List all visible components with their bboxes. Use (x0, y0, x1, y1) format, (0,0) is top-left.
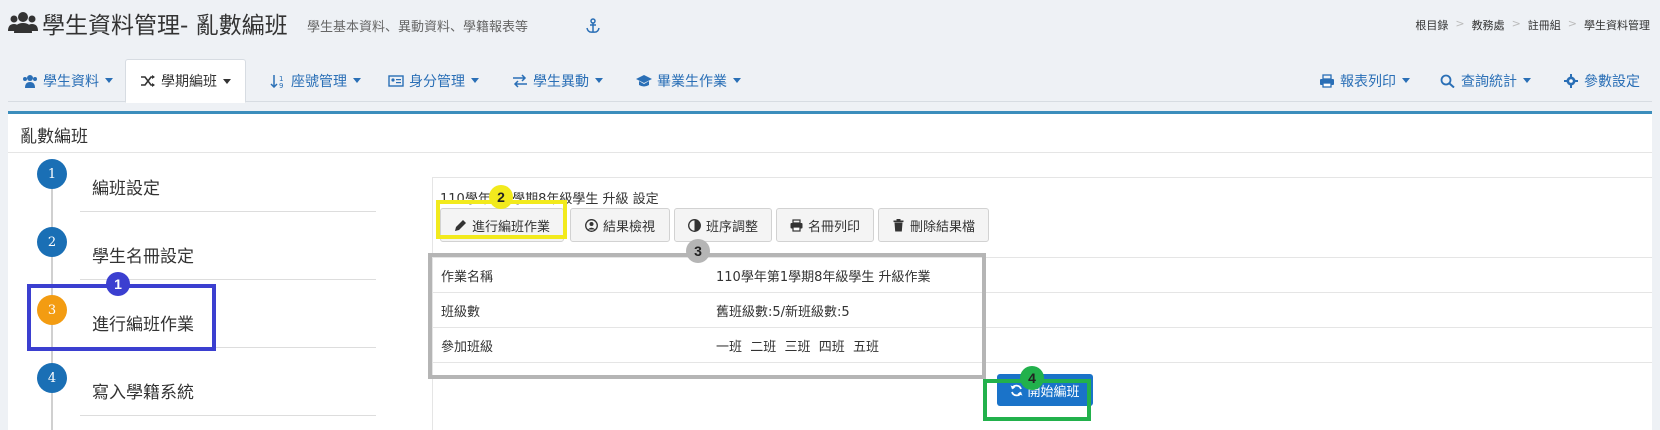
tab-class-assignment[interactable]: 學期編班 (125, 59, 246, 103)
nav-student-data[interactable]: 學生資料 (22, 59, 113, 102)
delete-results-button[interactable]: 刪除結果檔 (878, 208, 989, 242)
breadcrumb-academic-office[interactable]: 教務處 (1468, 17, 1509, 33)
highlight-box-3 (428, 253, 986, 379)
graduation-cap-icon (636, 74, 652, 86)
annotation-badge-3: 3 (686, 239, 710, 263)
annotation-badge-1: 1 (106, 272, 130, 296)
sort-numeric-icon: 19 (270, 74, 283, 88)
print-roster-button[interactable]: 名冊列印 (776, 208, 874, 242)
step-divider (80, 211, 376, 212)
annotation-badge-4: 4 (1020, 366, 1044, 390)
nav-report-print[interactable]: 報表列印 (1319, 59, 1410, 102)
page-header: 學生資料管理- 亂數編班 學生基本資料、異動資料、學籍報表等 根目錄 > 教務處 >… (0, 0, 1660, 50)
breadcrumb-registration[interactable]: 註冊組 (1524, 17, 1565, 33)
nav-identity[interactable]: 身分管理 (388, 59, 479, 102)
adjust-icon (688, 218, 701, 232)
svg-text:9: 9 (279, 82, 283, 88)
search-icon (1440, 74, 1455, 88)
exchange-icon (513, 73, 527, 88)
annotation-badge-2: 2 (489, 185, 513, 209)
step-4-label[interactable]: 寫入學籍系統 (92, 378, 194, 403)
nav-query-statistics[interactable]: 查詢統計 (1440, 59, 1531, 102)
adjust-class-order-button[interactable]: 班序調整 (674, 208, 772, 242)
view-results-button[interactable]: 結果檢視 (570, 208, 670, 242)
user-circle-icon (585, 218, 598, 232)
breadcrumb: 根目錄 > 教務處 > 註冊組 > 學生資料管理 (1411, 17, 1654, 33)
shuffle-icon (141, 75, 155, 87)
print-icon (1320, 73, 1334, 88)
trash-icon (893, 218, 904, 231)
print-icon (790, 218, 803, 232)
divider (8, 152, 1652, 153)
users-icon (23, 74, 37, 88)
nav-settings[interactable]: 參數設定 (1563, 59, 1640, 102)
step-divider (80, 415, 376, 416)
panel-title: 亂數編班 (20, 127, 88, 147)
page-title: 學生資料管理- 亂數編班 (42, 13, 288, 39)
gear-icon (1564, 73, 1578, 88)
step-4-circle: 4 (37, 363, 67, 393)
nav-graduates[interactable]: 畢業生作業 (636, 59, 741, 102)
breadcrumb-root[interactable]: 根目錄 (1411, 17, 1452, 33)
step-1-label[interactable]: 編班設定 (92, 174, 160, 199)
main-nav: 學生資料 學期編班 19 座號管理 身分管理 學生異動 畢業生作業 報表列印 查… (8, 59, 1652, 103)
step-1-circle: 1 (37, 159, 67, 189)
anchor-icon[interactable] (586, 18, 600, 34)
nav-seat-number[interactable]: 19 座號管理 (270, 59, 361, 102)
page-subtitle: 學生基本資料、異動資料、學籍報表等 (307, 20, 529, 35)
nav-student-change[interactable]: 學生異動 (512, 59, 603, 102)
breadcrumb-current: 學生資料管理 (1584, 19, 1650, 32)
id-card-icon (388, 74, 404, 87)
step-2-label[interactable]: 學生名冊設定 (92, 242, 194, 267)
users-icon (8, 12, 38, 33)
step-2-circle: 2 (37, 227, 67, 257)
